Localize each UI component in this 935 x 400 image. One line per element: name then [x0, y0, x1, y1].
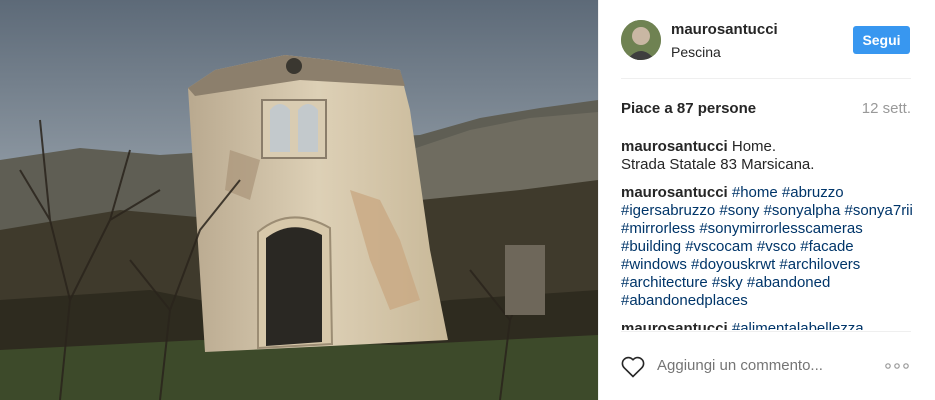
comment-username[interactable]: maurosantucci	[621, 184, 728, 201]
likes-row: Piace a 87 persone 12 sett.	[621, 100, 911, 117]
comment-item: maurosantucci #home #abruzzo #igersabruz…	[621, 184, 913, 310]
comment-username[interactable]: maurosantucci	[621, 320, 728, 330]
comment-input[interactable]	[657, 357, 867, 374]
abandoned-building-image	[0, 0, 598, 400]
avatar-image	[621, 20, 661, 60]
location-link[interactable]: Pescina	[671, 44, 721, 60]
post-photo[interactable]	[0, 0, 598, 400]
comments-list: maurosantucci Home. Strada Statale 83 Ma…	[621, 138, 913, 330]
heart-icon[interactable]	[621, 356, 645, 378]
comment-username[interactable]: maurosantucci	[621, 138, 728, 155]
comment-hashtags[interactable]: #home #abruzzo #igersabruzzo #sony #sony…	[621, 184, 913, 309]
follow-button[interactable]: Segui	[853, 26, 910, 54]
likes-count[interactable]: Piace a 87 persone	[621, 100, 756, 117]
comment-item: maurosantucci #alimentalabellezza	[621, 320, 913, 330]
comment-hashtags[interactable]: #alimentalabellezza	[732, 320, 864, 330]
header-divider	[621, 78, 911, 79]
more-options-icon[interactable]	[884, 360, 910, 372]
post-timestamp[interactable]: 12 sett.	[862, 100, 911, 117]
comment-item: maurosantucci Home. Strada Statale 83 Ma…	[621, 138, 913, 174]
comments-divider	[621, 331, 911, 332]
username-link[interactable]: maurosantucci	[671, 21, 778, 38]
post-header: maurosantucci Pescina Segui	[599, 0, 935, 78]
post-sidebar: maurosantucci Pescina Segui Piace a 87 p…	[598, 0, 935, 400]
avatar[interactable]	[621, 20, 661, 60]
